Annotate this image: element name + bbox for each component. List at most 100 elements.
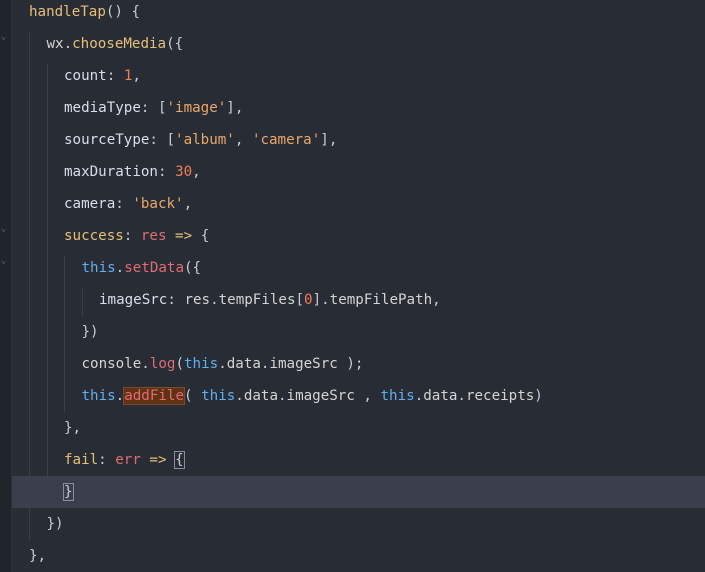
code-token: }) [81,324,99,340]
code-token: () { [105,4,141,20]
code-token: : [123,228,141,244]
code-token: }, [64,420,82,436]
code-token: this [201,388,236,404]
code-token: . [115,388,125,404]
code-token: 'album' [175,132,235,148]
code-text: }, [64,412,81,444]
code-token: . [278,388,287,404]
code-token: ( [175,356,185,372]
code-line[interactable]: handleTap() { [12,0,705,28]
code-token: wx [46,36,64,52]
code-token: }, [29,548,47,564]
code-token: mediaType [64,100,141,116]
code-line[interactable]: wx.chooseMedia({ [12,28,705,60]
code-line[interactable]: fail: err => { [12,444,705,476]
code-line[interactable]: sourceType: ['album', 'camera'], [12,124,705,156]
code-line[interactable]: }) [12,508,705,540]
code-line[interactable]: }) [12,316,705,348]
code-token: ( [184,388,202,404]
code-token: console [81,356,142,372]
code-line[interactable]: imageSrc: res.tempFiles[0].tempFilePath, [12,284,705,316]
code-text: console.log(this.data.imageSrc ); [82,348,364,380]
code-token: => [140,452,176,468]
code-token: tempFiles [218,292,296,308]
code-editor[interactable]: ⌄ ⌄ ⌄ handleTap() {wx.chooseMedia({count… [0,0,705,572]
code-token: data [423,388,458,404]
code-text: wx.chooseMedia({ [47,28,184,60]
code-token: . [115,260,125,276]
code-line[interactable]: }, [12,540,705,572]
code-text: success: res => { [64,220,209,252]
code-token: data [243,388,278,404]
code-token: { [200,228,210,244]
code-token: sourceType [64,132,150,148]
code-token: fail [64,452,99,468]
code-token: : [ [140,100,167,116]
code-text: imageSrc: res.tempFiles[0].tempFilePath, [99,284,441,316]
code-token: . [218,356,227,372]
current-code-line[interactable]: } [12,476,705,508]
code-line[interactable]: console.log(this.data.imageSrc ); [12,348,705,380]
code-token: this [184,356,219,372]
highlighted-token: addFile [123,387,186,405]
code-token: success [64,228,124,244]
code-token: imageSrc [286,388,355,404]
code-token: chooseMedia [72,36,167,52]
code-token: ); [337,356,364,372]
code-token: 30 [175,164,193,180]
code-text: count: 1, [64,60,141,92]
code-line[interactable]: count: 1, [12,60,705,92]
code-line[interactable]: mediaType: ['image'], [12,92,705,124]
code-token: tempFilePath [329,292,433,308]
code-token: setData [124,260,185,276]
code-token: this [380,388,415,404]
code-token: . [235,388,244,404]
code-token: : [106,68,124,84]
code-line[interactable]: maxDuration: 30, [12,156,705,188]
code-token: ({ [184,260,202,276]
code-token: . [141,356,150,372]
code-token: : [115,196,133,212]
fold-marker-icon[interactable]: ⌄ [1,257,7,266]
code-line[interactable]: this.addFile( this.data.imageSrc , this.… [12,380,705,412]
fold-marker-icon[interactable]: ⌄ [1,225,7,234]
code-line[interactable]: success: res => { [12,220,705,252]
matched-brace: { [174,451,185,469]
code-text: sourceType: ['album', 'camera'], [64,124,337,156]
code-token: 'back' [132,196,184,212]
code-token: imageSrc [99,292,168,308]
code-token: , [183,196,193,212]
code-text: this.addFile( this.data.imageSrc , this.… [82,380,543,412]
code-token: handleTap [29,4,106,20]
code-token: , [234,132,252,148]
code-text: camera: 'back', [64,188,192,220]
code-text: } [63,476,74,508]
code-token: : [98,452,116,468]
code-token: : [167,292,185,308]
code-token: ]. [312,292,330,308]
code-line[interactable]: this.setData({ [12,252,705,284]
code-token: , [354,388,381,404]
code-text: mediaType: ['image'], [64,92,243,124]
code-token: log [149,356,176,372]
code-token: . [414,388,424,404]
code-token: ) [534,388,543,404]
code-text: fail: err => { [64,444,185,476]
code-token: . [457,388,466,404]
code-text: }) [47,508,64,540]
code-text: }) [82,316,99,348]
code-token: ({ [166,36,184,52]
code-token: }) [46,516,64,532]
code-line[interactable]: }, [12,412,705,444]
code-token: res [140,228,167,244]
code-line[interactable]: camera: 'back', [12,188,705,220]
code-token: , [192,164,201,180]
code-token: count [64,68,107,84]
code-token: : [ [149,132,176,148]
code-token: ], [320,132,338,148]
code-text: this.setData({ [82,252,202,284]
code-token: this [81,388,116,404]
fold-marker-icon[interactable]: ⌄ [1,33,7,42]
code-text: }, [29,540,46,572]
code-token: this [81,260,116,276]
